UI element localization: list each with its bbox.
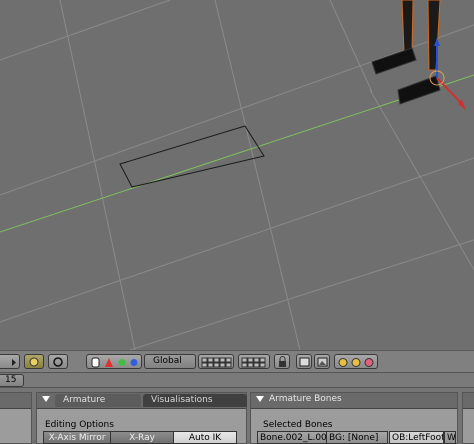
- collapse-icon[interactable]: [256, 396, 264, 402]
- bone-group-value: BG: [None]: [329, 433, 379, 443]
- x-ray-button[interactable]: X-Ray: [110, 431, 174, 444]
- menu-field[interactable]: [0, 354, 20, 369]
- buttons-window: Armature Visualisations Editing Options …: [0, 388, 474, 444]
- x-axis-mirror-button[interactable]: X-Axis Mirror: [43, 431, 111, 444]
- tab-visualisations[interactable]: Visualisations: [143, 394, 247, 407]
- weight-field[interactable]: W: [444, 431, 456, 444]
- collapse-icon[interactable]: [42, 396, 50, 402]
- 3d-view-header: Global: [0, 350, 474, 372]
- mode-icon[interactable]: [24, 354, 44, 369]
- auto-ik-button[interactable]: Auto IK: [173, 431, 237, 444]
- selected-bones-label: Selected Bones: [263, 420, 333, 430]
- left-panel-header: [0, 393, 31, 409]
- armature-bones-panel: Armature Bones Selected Bones Bone.002_L…: [250, 392, 458, 444]
- object-field[interactable]: OB:LeftFoot: [389, 431, 444, 444]
- bone-outline[interactable]: [119, 125, 265, 188]
- armature-panel-tabs: Armature Visualisations: [37, 393, 247, 409]
- render-icon[interactable]: [296, 354, 312, 369]
- bone-name-field[interactable]: Bone.002_L.002: [257, 431, 327, 444]
- layers-icon[interactable]: [198, 354, 234, 369]
- tab-armature-label: Armature: [63, 395, 106, 405]
- left-panel-stub: [0, 392, 32, 444]
- viewport-canvas[interactable]: [0, 0, 474, 350]
- armature-panel: Armature Visualisations Editing Options …: [36, 392, 247, 444]
- right-panel-header: [463, 393, 474, 409]
- lock-icon[interactable]: [274, 354, 290, 369]
- x-ray-label: X-Ray: [129, 433, 155, 443]
- pivot-icon: [130, 359, 138, 366]
- bone-group-field[interactable]: BG: [None]: [326, 431, 388, 444]
- scale-icon: [118, 359, 126, 366]
- buttons-window-header: 15: [0, 372, 474, 388]
- hand-icon: [91, 357, 100, 368]
- frame-label: 15: [5, 375, 17, 385]
- view-icon[interactable]: [48, 354, 68, 369]
- transform-toolbar: [86, 354, 142, 369]
- weight-value: W: [447, 433, 456, 443]
- object-value: OB:LeftFoot: [392, 433, 444, 443]
- transform-orientation-select[interactable]: Global: [144, 354, 196, 369]
- transform-orientation-label: Global: [153, 356, 182, 366]
- render-icon[interactable]: [314, 354, 330, 369]
- armature-bones-title: Armature Bones: [269, 394, 342, 404]
- auto-ik-label: Auto IK: [188, 433, 222, 443]
- rotate-icon: [105, 358, 113, 367]
- tab-visualisations-label: Visualisations: [151, 395, 213, 405]
- bone-name-value: Bone.002_L.002: [260, 433, 327, 443]
- frame-field[interactable]: 15: [0, 374, 24, 387]
- armature-bones-header: Armature Bones: [251, 393, 457, 409]
- snap-icon[interactable]: [334, 354, 378, 369]
- x-axis-mirror-label: X-Axis Mirror: [48, 433, 106, 443]
- right-panel-stub: [462, 392, 474, 444]
- layers-icon[interactable]: [238, 354, 270, 369]
- 3d-viewport[interactable]: [0, 0, 474, 350]
- editing-options-label: Editing Options: [45, 420, 114, 430]
- tab-armature[interactable]: Armature: [55, 394, 141, 407]
- character-legs[interactable]: [371, 0, 466, 110]
